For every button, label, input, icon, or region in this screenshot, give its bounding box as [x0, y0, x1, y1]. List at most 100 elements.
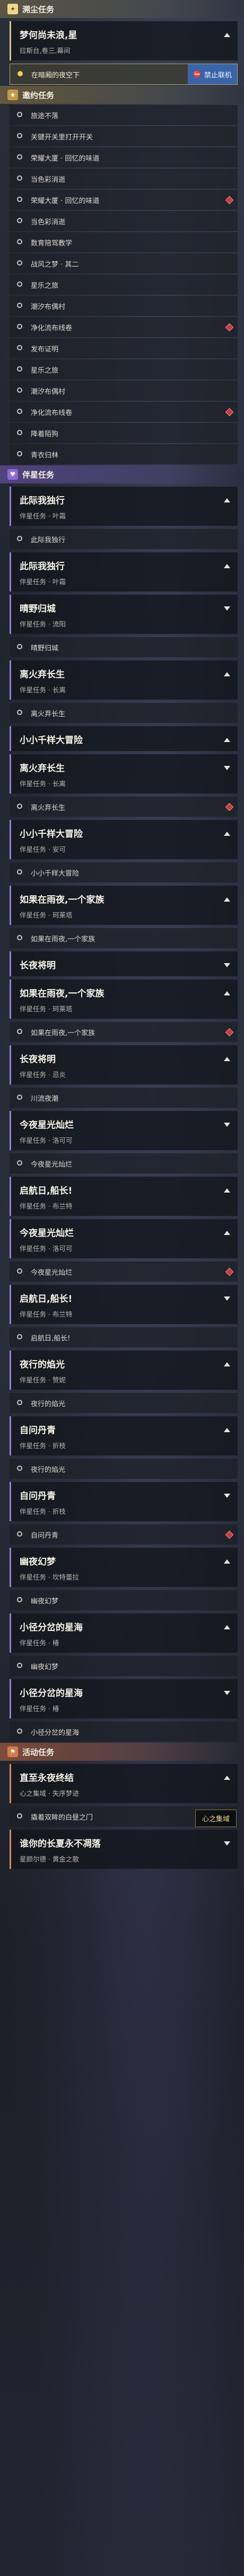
quest-subtitle: 伴星任务 · 长离 [20, 686, 66, 694]
quest-subtitle: 伴星任务 · 布兰特 [20, 1202, 73, 1210]
quest-card[interactable]: 此际我独行 伴星任务 · 叶霜 [10, 552, 238, 592]
quest-objective[interactable]: 川流夜潮 [10, 1088, 238, 1108]
tracking-marker-icon [225, 196, 234, 205]
quest-objective[interactable]: 如果在雨夜,一个家族 [10, 928, 238, 948]
objective-bullet-icon [17, 644, 22, 649]
chevron-up-icon[interactable] [224, 498, 230, 502]
quest-card[interactable]: 夜行的焰光 伴星任务 · 赞妮 [10, 1351, 238, 1390]
quest-objective[interactable]: 在暗厢的夜空下 ⛔ 禁止联机 [10, 64, 238, 85]
quest-objective[interactable]: 离火弃长生 [10, 797, 238, 817]
chevron-down-icon[interactable] [224, 606, 230, 611]
chevron-up-icon[interactable] [224, 738, 230, 742]
quest-objective[interactable]: 荣耀大厦 · 回忆的味道 [10, 190, 238, 210]
chevron-up-icon[interactable] [224, 1428, 230, 1432]
chevron-up-icon[interactable] [224, 991, 230, 995]
quest-objective[interactable]: 关键开关里打开开关 [10, 126, 238, 146]
quest-objective[interactable]: 荣耀大厦 · 回忆的味道 [10, 147, 238, 167]
chevron-down-icon[interactable] [224, 1123, 230, 1127]
chevron-up-icon[interactable] [224, 1057, 230, 1061]
quest-objective[interactable]: 启航日,船长! [10, 1327, 238, 1347]
quest-card[interactable]: 如果在雨夜,一个家族 伴星任务 · 珂莱塔 [10, 980, 238, 1019]
quest-title: 晴野归城 [20, 604, 56, 614]
side-section-header[interactable]: ★ 邀约任务 [0, 86, 244, 104]
quest-card[interactable]: 直至永夜终结 心之集域 · 失序梦迹 [10, 1764, 238, 1803]
quest-card[interactable]: 小径分岔的星海 伴星任务 · 椿 [10, 1679, 238, 1718]
quest-card[interactable]: 梦何尚未浪,星 拉斯台,卷三,幕间 [10, 21, 238, 60]
quest-card[interactable]: 启航日,船长! 伴星任务 · 布兰特 [10, 1177, 238, 1216]
chevron-down-icon[interactable] [224, 766, 230, 770]
chevron-up-icon[interactable] [224, 897, 230, 902]
quest-objective[interactable]: 星乐之旅 [10, 359, 238, 380]
objective-bullet-icon [17, 112, 22, 117]
quest-objective[interactable]: 星乐之旅 [10, 275, 238, 295]
chevron-down-icon[interactable] [224, 1691, 230, 1695]
quest-objective[interactable]: 幽夜幻梦 [10, 1590, 238, 1610]
chevron-down-icon[interactable] [224, 963, 230, 967]
chevron-up-icon[interactable] [224, 564, 230, 568]
quest-card[interactable]: 如果在雨夜,一个家族 伴星任务 · 珂莱塔 [10, 886, 238, 925]
event-section-icon: ⚑ [7, 1746, 18, 1757]
quest-objective[interactable]: 自问丹青 [10, 1524, 238, 1545]
quest-objective[interactable]: 当色彩消逝 [10, 169, 238, 189]
chevron-down-icon[interactable] [224, 1296, 230, 1301]
chevron-up-icon[interactable] [224, 832, 230, 836]
coop-lock-button[interactable]: ⛔ 禁止联机 [188, 64, 237, 84]
quest-card[interactable]: 此际我独行 伴星任务 · 叶霜 [10, 487, 238, 526]
quest-card[interactable]: 长夜将明 [10, 951, 238, 976]
quest-card[interactable]: 谁你的长夏永不凋落 星颜尔德 · 黄金之歌 [10, 1830, 238, 1869]
quest-card[interactable]: 幽夜幻梦 伴星任务 · 坎特蕾拉 [10, 1548, 238, 1587]
chevron-up-icon[interactable] [224, 1625, 230, 1629]
quest-objective[interactable]: 潮汐布偶村 [10, 296, 238, 316]
comp-section-header[interactable]: ♥ 伴星任务 [0, 465, 244, 483]
chevron-up-icon[interactable] [224, 672, 230, 676]
chevron-down-icon[interactable] [224, 1494, 230, 1498]
quest-objective[interactable]: 战风之梦 · 其二 [10, 253, 238, 274]
quest-objective[interactable]: 青衣归林 [10, 444, 238, 464]
quest-card[interactable]: 今夜星光灿烂 伴星任务 · 洛可可 [10, 1219, 238, 1258]
quest-card[interactable]: 小径分岔的星海 伴星任务 · 椿 [10, 1613, 238, 1653]
event-location-tag[interactable]: 心之集域 [195, 1810, 237, 1827]
quest-objective[interactable]: 今夜星光灿烂 [10, 1261, 238, 1282]
quest-objective[interactable]: 离火弃长生 [10, 703, 238, 723]
quest-objective[interactable]: 旅途不落 [10, 105, 238, 125]
quest-card[interactable]: 小小千样大冒险 伴星任务 · 安可 [10, 820, 238, 859]
quest-subtitle: 伴星任务 · 洛可可 [20, 1136, 73, 1144]
quest-card[interactable]: 自问丹青 伴星任务 · 折枝 [10, 1482, 238, 1521]
quest-card[interactable]: 今夜星光灿烂 伴星任务 · 洛可可 [10, 1111, 238, 1150]
quest-objective[interactable]: 小小千样大冒险 [10, 862, 238, 883]
event-section-header[interactable]: ⚑ 活动任务 [0, 1743, 244, 1761]
quest-card[interactable]: 晴野归城 伴星任务 · 流阳 [10, 595, 238, 634]
quest-objective[interactable]: 小径分岔的星海 [10, 1722, 238, 1742]
quest-objective[interactable]: 净化流布线卷 [10, 402, 238, 422]
main-section-header[interactable]: ✦ 溯尘任务 [0, 0, 244, 18]
quest-objective[interactable]: 幽夜幻梦 [10, 1656, 238, 1676]
quest-objective[interactable]: 夜行的焰光 [10, 1459, 238, 1479]
quest-objective[interactable]: 今夜星光灿烂 [10, 1153, 238, 1174]
chevron-down-icon[interactable] [224, 1841, 230, 1846]
chevron-up-icon[interactable] [224, 1362, 230, 1366]
quest-objective[interactable]: 夜行的焰光 [10, 1393, 238, 1413]
quest-card[interactable]: 小小千样大冒险 [10, 726, 238, 751]
objective-label: 如果在雨夜,一个家族 [31, 1029, 95, 1037]
quest-objective[interactable]: 当色彩消逝 [10, 211, 238, 231]
quest-objective[interactable]: 如果在雨夜,一个家族 [10, 1022, 238, 1042]
chevron-up-icon[interactable] [224, 33, 230, 37]
chevron-up-icon[interactable] [224, 1188, 230, 1193]
chevron-up-icon[interactable] [224, 1231, 230, 1235]
quest-subtitle: 伴星任务 · 叶霜 [20, 578, 66, 586]
quest-card[interactable]: 离火弃长生 伴星任务 · 长离 [10, 754, 238, 793]
chevron-up-icon[interactable] [224, 1776, 230, 1780]
quest-card[interactable]: 启航日,船长! 伴星任务 · 布兰特 [10, 1285, 238, 1324]
quest-objective[interactable]: 潮汐布偶村 [10, 381, 238, 401]
chevron-up-icon[interactable] [224, 1559, 230, 1564]
quest-objective[interactable]: 数育陪驾教学 [10, 232, 238, 252]
quest-objective[interactable]: 发布证明 [10, 338, 238, 358]
quest-objective[interactable]: 此际我独行 [10, 529, 238, 549]
quest-card[interactable]: 自问丹青 伴星任务 · 折枝 [10, 1416, 238, 1455]
quest-objective[interactable]: 净化流布线卷 [10, 317, 238, 337]
quest-objective[interactable]: 晴野归城 [10, 637, 238, 657]
main-section-icon: ✦ [7, 4, 18, 14]
quest-objective[interactable]: 降着陌狗 [10, 423, 238, 443]
quest-card[interactable]: 长夜将明 伴星任务 · 忌炎 [10, 1045, 238, 1084]
quest-card[interactable]: 离火弃长生 伴星任务 · 长离 [10, 660, 238, 700]
